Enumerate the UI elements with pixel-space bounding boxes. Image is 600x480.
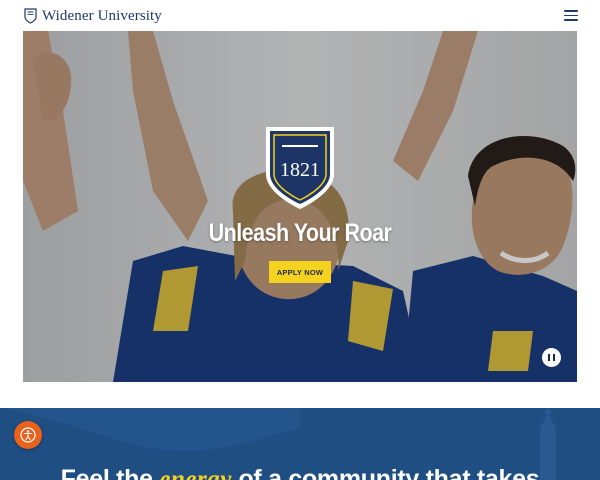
site-header: Widener University [0, 0, 600, 31]
apply-now-button[interactable]: APPLY NOW [269, 261, 331, 283]
accessibility-icon[interactable] [14, 421, 42, 449]
community-section: Feel the energy of a community that take… [0, 408, 600, 480]
brand-name: Widener University [42, 7, 162, 24]
hero-title: Unleash Your Roar [208, 219, 392, 247]
hamburger-menu-icon[interactable] [564, 9, 578, 22]
crest-year: 1821 [280, 159, 320, 181]
hero-content: 1821 Unleash Your Roar APPLY NOW [23, 31, 577, 382]
community-heading-accent: energy [159, 466, 232, 480]
pause-icon[interactable] [542, 348, 561, 367]
community-heading: Feel the energy of a community that take… [0, 465, 600, 480]
hero-banner: 1821 Unleash Your Roar APPLY NOW [23, 31, 577, 382]
1821-crest-icon: 1821 [266, 127, 334, 209]
accessibility-figure-icon [20, 427, 36, 443]
shield-logo-icon [24, 8, 37, 24]
brand-logo-link[interactable]: Widener University [24, 6, 162, 26]
